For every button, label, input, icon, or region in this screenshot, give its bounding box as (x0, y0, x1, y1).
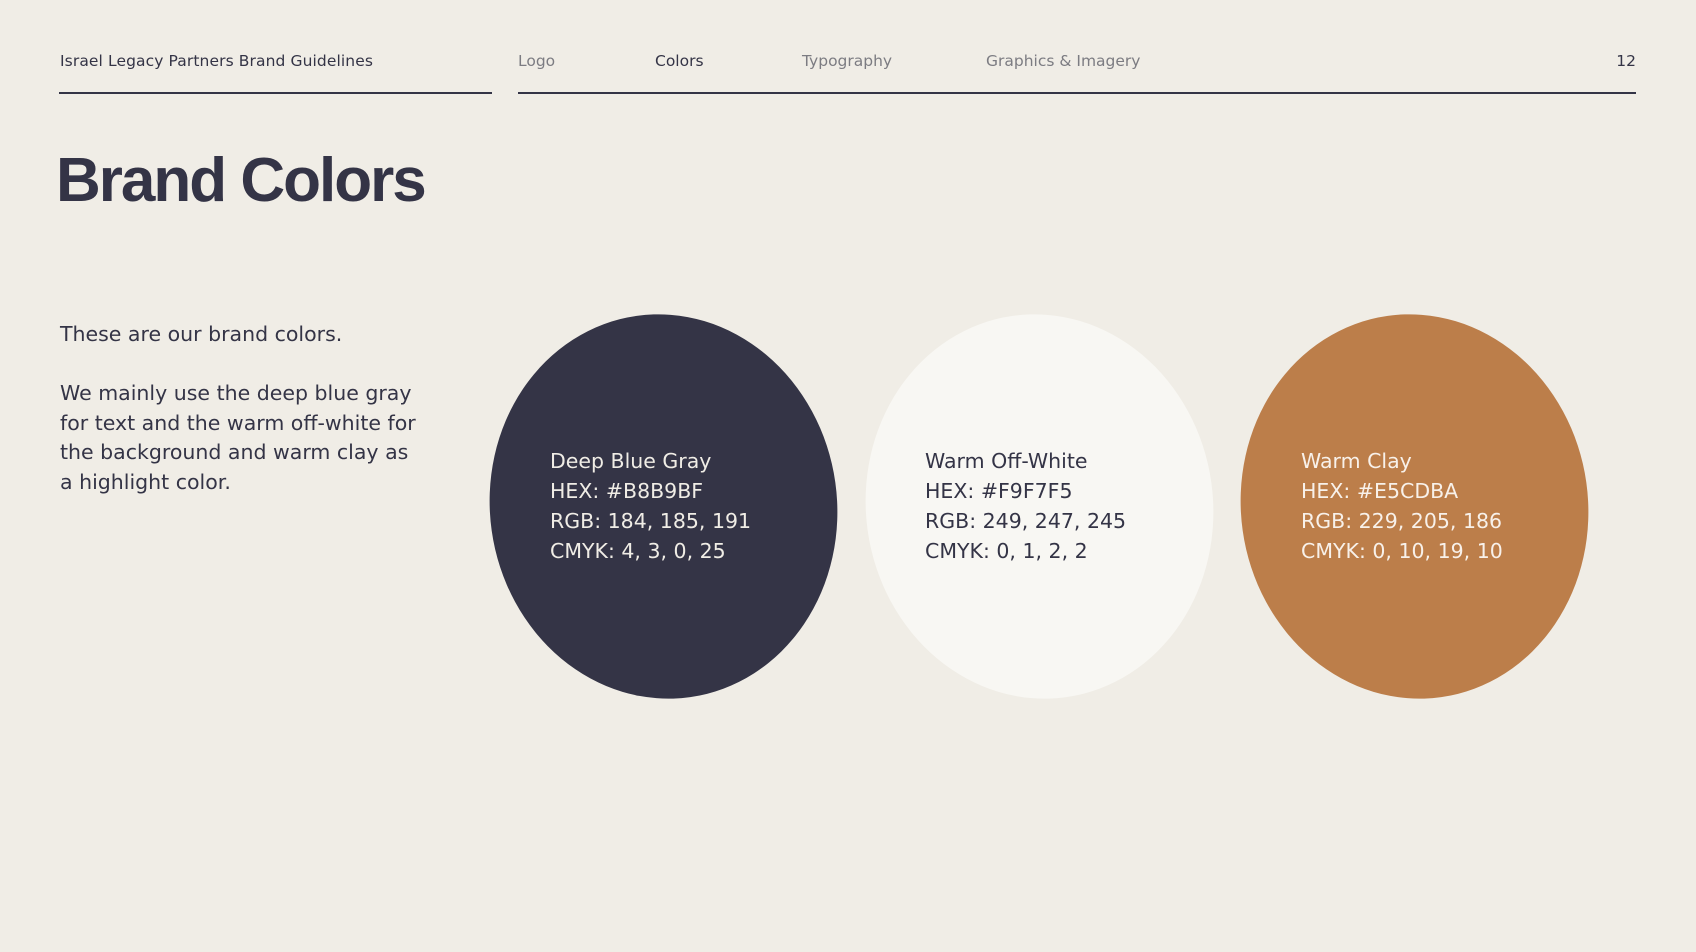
page-number: 12 (1616, 52, 1636, 70)
intro-line-1: These are our brand colors. (60, 322, 343, 346)
swatch-rgb: RGB: 184, 185, 191 (550, 509, 752, 533)
swatch-name: Warm Clay (1301, 449, 1412, 473)
swatch-name: Deep Blue Gray (550, 449, 712, 473)
swatch-info-warm-off-white: Warm Off-White HEX: #F9F7F5 RGB: 249, 24… (925, 446, 1126, 566)
intro-line-2: We mainly use the deep blue gray for tex… (60, 381, 416, 494)
swatch-cmyk: CMYK: 4, 3, 0, 25 (550, 539, 726, 563)
swatch-hex: HEX: #F9F7F5 (925, 479, 1073, 503)
swatch-hex: HEX: #E5CDBA (1301, 479, 1459, 503)
nav-item-graphics-imagery[interactable]: Graphics & Imagery (986, 52, 1140, 70)
swatch-rgb: RGB: 249, 247, 245 (925, 509, 1127, 533)
swatch-name: Warm Off-White (925, 449, 1088, 473)
nav-item-logo[interactable]: Logo (518, 52, 555, 70)
swatch-cmyk: CMYK: 0, 10, 19, 10 (1301, 539, 1503, 563)
nav-item-colors[interactable]: Colors (655, 52, 704, 70)
header-divider-right (518, 92, 1636, 94)
swatch-info-warm-clay: Warm Clay HEX: #E5CDBA RGB: 229, 205, 18… (1301, 446, 1503, 566)
swatch-cmyk: CMYK: 0, 1, 2, 2 (925, 539, 1088, 563)
swatch-rgb: RGB: 229, 205, 186 (1301, 509, 1503, 533)
intro-text: These are our brand colors. We mainly us… (60, 320, 420, 527)
page-title: Brand Colors (56, 146, 427, 215)
nav-item-typography[interactable]: Typography (802, 52, 892, 70)
document-title: Israel Legacy Partners Brand Guidelines (60, 52, 374, 70)
swatch-hex: HEX: #B8B9BF (550, 479, 704, 503)
swatch-info-deep-blue-gray: Deep Blue Gray HEX: #B8B9BF RGB: 184, 18… (550, 446, 751, 566)
header-divider-left (59, 92, 492, 94)
